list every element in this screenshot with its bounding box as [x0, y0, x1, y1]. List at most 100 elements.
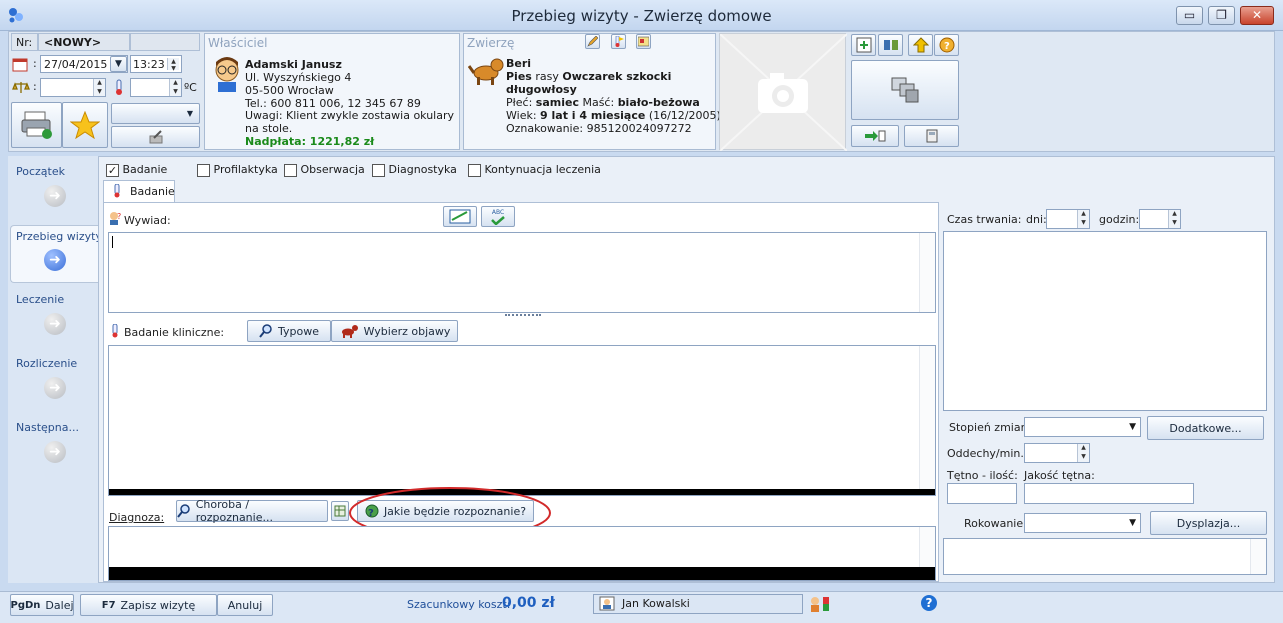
- user-card-icon: [599, 596, 615, 611]
- help-button[interactable]: ?: [934, 34, 959, 56]
- title-bar: Przebieg wizyty - Zwierzę domowe ▭ ❐ ✕: [0, 0, 1283, 31]
- owner-balance: Nadpłata: 1221,82 zł: [245, 135, 375, 148]
- spellcheck-button[interactable]: ABC: [481, 206, 515, 227]
- diagnosis-list-button[interactable]: [331, 501, 349, 521]
- nav-item-poczatek[interactable]: ➜: [44, 185, 66, 207]
- type-badanie[interactable]: ✓ Badanie: [106, 163, 167, 177]
- dog-icon: [341, 325, 358, 338]
- minimize-button[interactable]: ▭: [1176, 6, 1203, 25]
- dalej-button[interactable]: PgDn Dalej: [10, 594, 74, 616]
- star-icon: [70, 111, 100, 139]
- thermometer-flag-icon: [615, 36, 624, 47]
- typowe-button[interactable]: Typowe: [247, 320, 331, 342]
- scale-icon: [12, 82, 30, 93]
- checkbox[interactable]: [197, 163, 210, 177]
- temperature-input[interactable]: ▲ ▼: [130, 78, 182, 97]
- wywiad-template-button[interactable]: [443, 206, 477, 227]
- animal-edit-button[interactable]: [585, 34, 600, 49]
- export-button[interactable]: [851, 125, 899, 147]
- rokowanie-select[interactable]: ▼: [1024, 513, 1141, 533]
- owner-name: Adamski Janusz: [245, 58, 342, 71]
- tetno-ilosc-input[interactable]: [947, 483, 1017, 504]
- add-button[interactable]: [851, 34, 876, 56]
- calculator-button[interactable]: [904, 125, 959, 147]
- owner-section-title: Właściciel: [208, 36, 268, 50]
- dni-label: dni:: [1026, 213, 1047, 226]
- checkbox[interactable]: [372, 163, 385, 177]
- grid-icon: [334, 505, 346, 517]
- diagnoza-scrollbar[interactable]: [919, 527, 935, 567]
- user-switch-icon[interactable]: [809, 595, 831, 613]
- date-dropdown-button[interactable]: ▼: [110, 56, 127, 72]
- zapisz-wizyte-button[interactable]: F7 Zapisz wizytę: [80, 594, 217, 616]
- magnifier-icon: [177, 504, 190, 518]
- badanie-textarea[interactable]: [108, 345, 936, 496]
- restore-button[interactable]: ❐: [1208, 6, 1235, 25]
- nav-item-przebieg-label: Przebieg wizyty: [16, 230, 102, 243]
- czas-trwania-label: Czas trwania:: [947, 213, 1022, 226]
- edit-button[interactable]: [111, 126, 200, 148]
- nr-value: <NOWY>: [38, 33, 130, 51]
- rokowanie-scrollbar[interactable]: [1250, 539, 1266, 574]
- diagnoza-textarea[interactable]: [108, 526, 936, 581]
- animal-photo[interactable]: [719, 33, 848, 152]
- splitter-handle[interactable]: [505, 314, 541, 317]
- wywiad-textarea[interactable]: [108, 232, 936, 313]
- nav-item-rozliczenie[interactable]: ➜: [44, 377, 66, 399]
- animal-card-button[interactable]: [636, 34, 651, 49]
- dodatkowe-button[interactable]: Dodatkowe...: [1147, 416, 1264, 440]
- arrow-right-icon: ➜: [49, 380, 61, 396]
- animal-vaccine-button[interactable]: [611, 34, 626, 49]
- thermometer-icon: [114, 184, 120, 198]
- weight-input[interactable]: ▲ ▼: [40, 78, 106, 97]
- help-icon[interactable]: ?: [921, 595, 937, 611]
- wybierz-objawy-button[interactable]: Wybierz objawy: [331, 320, 458, 342]
- checkbox[interactable]: [284, 163, 297, 177]
- godzin-label: godzin:: [1099, 213, 1140, 226]
- badanie-label: Badanie kliniczne:: [124, 326, 225, 339]
- type-kontynuacja[interactable]: Kontynuacja leczenia: [468, 163, 601, 177]
- dni-input[interactable]: ▲ ▼: [1046, 209, 1090, 229]
- anuluj-button[interactable]: Anuluj: [217, 594, 273, 616]
- nav-item-leczenie[interactable]: ➜: [44, 313, 66, 335]
- text-cursor: [112, 236, 113, 248]
- question-icon: ?: [939, 37, 954, 53]
- options-dropdown[interactable]: ▼: [111, 103, 200, 124]
- transfer-button[interactable]: [878, 34, 903, 56]
- stopien-zmian-select[interactable]: ▼: [1024, 417, 1141, 437]
- jakosc-tetna-input[interactable]: [1024, 483, 1194, 504]
- godzin-input[interactable]: ▲ ▼: [1139, 209, 1181, 229]
- czas-notes-area[interactable]: [943, 231, 1267, 411]
- nav-item-poczatek-label: Początek: [16, 165, 65, 178]
- nav-item-nastepna[interactable]: ➜: [44, 441, 66, 463]
- time-input[interactable]: 13:23 ▲ ▼: [130, 55, 182, 73]
- badanie-scrollbar[interactable]: [919, 346, 935, 489]
- checkbox[interactable]: [468, 163, 481, 177]
- choroba-rozpoznanie-button[interactable]: Choroba / rozpoznanie...: [176, 498, 328, 524]
- camera-placeholder-icon: [719, 33, 848, 152]
- checkbox-checked[interactable]: ✓: [106, 163, 119, 177]
- type-obserwacja[interactable]: Obserwacja: [284, 163, 365, 177]
- dysplazja-button[interactable]: Dysplazja...: [1150, 511, 1267, 535]
- windows-button[interactable]: [851, 60, 959, 120]
- user-field[interactable]: Jan Kowalski: [593, 594, 803, 614]
- wywiad-scrollbar[interactable]: [919, 233, 935, 312]
- arrow-right-icon: ➜: [49, 252, 61, 268]
- nav-item-leczenie-label: Leczenie: [16, 293, 65, 306]
- close-button[interactable]: ✕: [1240, 6, 1274, 25]
- print-button[interactable]: [11, 102, 62, 148]
- koszt-value: 0,00 zł: [502, 595, 555, 611]
- window-title: Przebieg wizyty - Zwierzę domowe: [511, 7, 772, 25]
- export-arrow-icon: [865, 130, 886, 142]
- rokowanie-notes-area[interactable]: [943, 538, 1267, 575]
- thermometer-icon: [112, 324, 118, 338]
- arrow-right-icon: ➜: [49, 188, 61, 204]
- owner-notes: Uwagi: Klient zwykle zostawia okulary na…: [245, 109, 455, 135]
- chevron-down-icon: ▼: [186, 109, 193, 118]
- home-button[interactable]: [908, 34, 933, 56]
- type-profilaktyka[interactable]: Profilaktyka: [197, 163, 278, 177]
- calculator-icon: [926, 129, 937, 143]
- oddechy-input[interactable]: ▲ ▼: [1024, 443, 1090, 463]
- favorite-button[interactable]: [62, 102, 108, 148]
- type-diagnostyka[interactable]: Diagnostyka: [372, 163, 457, 177]
